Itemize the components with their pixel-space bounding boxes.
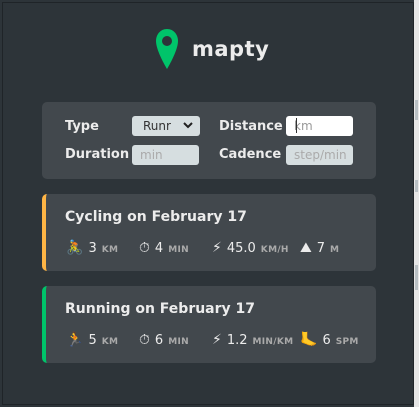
workout-stat-distance: 🚴 3 KM <box>66 240 118 258</box>
brand-name: mapty <box>192 37 270 61</box>
stat-value: 3 <box>88 241 97 256</box>
duration-input[interactable]: min <box>132 145 199 165</box>
workout-stat-cadence: 🦶 6 SPM <box>300 332 359 350</box>
stat-value: 4 <box>154 241 164 256</box>
logo: mapty <box>154 26 269 72</box>
cadence-input[interactable]: step/min <box>286 145 353 165</box>
map-edge[interactable] <box>414 0 419 407</box>
text-caret <box>296 118 297 133</box>
stat-unit: MIN/KM <box>252 337 294 347</box>
type-select[interactable]: Runr <box>132 116 200 136</box>
stat-unit: KM <box>101 245 119 255</box>
workout-title: Cycling on February 17 <box>65 209 247 225</box>
stat-value: 7 <box>316 241 326 256</box>
workout-stat-speed: ⚡ 45.0 KM/H <box>212 240 289 258</box>
workout-stat-pace: ⚡ 1.2 MIN/KM <box>212 332 293 350</box>
workout-stat-duration: ⏱ 4 MIN <box>139 240 189 258</box>
stat-unit: MIN <box>168 245 189 255</box>
stat-unit: M <box>330 245 340 255</box>
lightning-icon: ⚡ <box>212 240 222 256</box>
stopwatch-icon: ⏱ <box>139 240 150 256</box>
lightning-icon: ⚡ <box>212 332 222 348</box>
footprint-icon: 🦶 <box>300 332 318 348</box>
cadence-placeholder: step/min <box>294 148 347 162</box>
runner-icon: 🏃 <box>66 332 84 348</box>
stat-value: 6 <box>322 333 331 348</box>
stat-unit: KM/H <box>260 245 289 255</box>
workout-card-running[interactable]: Running on February 17 🏃 5 KM ⏱ 6 MIN ⚡ … <box>42 286 376 363</box>
workout-stat-elevation: ⛰ 7 M <box>300 240 339 258</box>
stat-unit: SPM <box>335 337 359 347</box>
type-select-value: Runr <box>143 119 171 133</box>
stat-value: 1.2 <box>226 333 248 348</box>
workout-card-cycling[interactable]: Cycling on February 17 🚴 3 KM ⏱ 4 MIN ⚡ … <box>42 194 376 271</box>
stat-unit: KM <box>101 337 119 347</box>
workout-title: Running on February 17 <box>65 301 256 317</box>
workout-stat-distance: 🏃 5 KM <box>66 332 118 350</box>
stat-value: 6 <box>154 333 164 348</box>
type-label: Type <box>65 119 99 134</box>
cadence-label: Cadence <box>219 147 282 162</box>
duration-label: Duration <box>65 147 130 162</box>
duration-placeholder: min <box>140 148 163 162</box>
stat-unit: MIN <box>168 337 189 347</box>
stat-value: 5 <box>88 333 97 348</box>
bicycle-icon: 🚴 <box>66 240 84 256</box>
workout-form: Type Runr Distance km Duration min Caden… <box>42 102 376 179</box>
stopwatch-icon: ⏱ <box>139 332 150 348</box>
mountain-icon: ⛰ <box>300 240 312 256</box>
distance-label: Distance <box>219 119 283 134</box>
map-pin-icon <box>156 29 178 69</box>
chevron-down-icon <box>183 122 193 129</box>
stat-value: 45.0 <box>226 241 256 256</box>
workout-stat-duration: ⏱ 6 MIN <box>139 332 189 350</box>
